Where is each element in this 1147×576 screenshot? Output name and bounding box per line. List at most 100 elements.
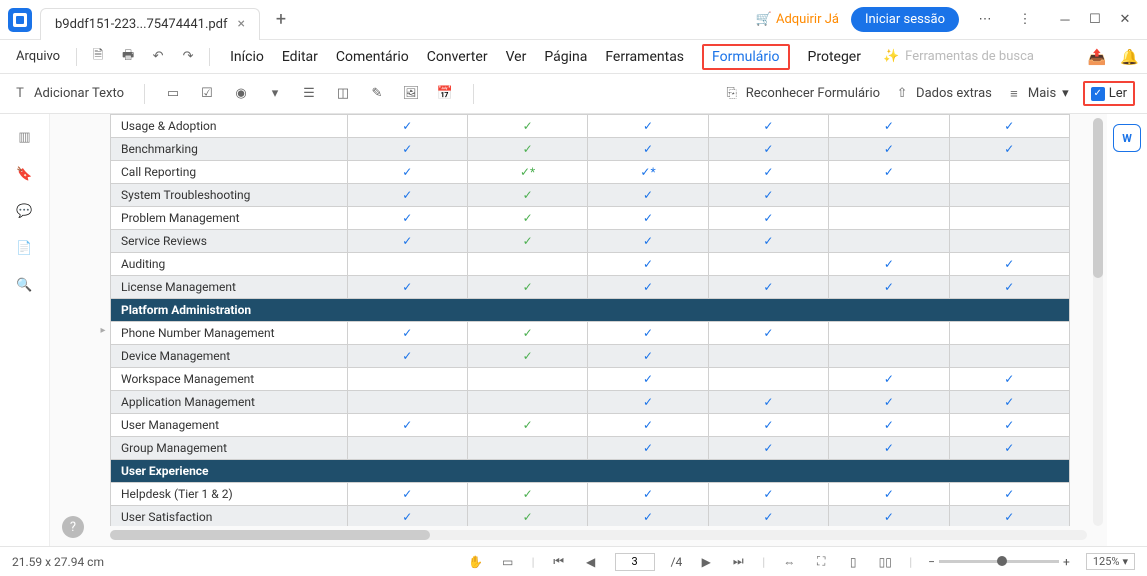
menu-ver[interactable]: Ver (506, 49, 527, 65)
bell-icon[interactable]: 🔔 (1120, 48, 1139, 66)
word-export-badge[interactable]: W (1113, 124, 1141, 152)
zoom-slider[interactable]: − + (928, 555, 1070, 569)
prev-page-icon[interactable]: ◀ (583, 554, 599, 570)
check-cell: ✓ (708, 391, 828, 414)
fit-page-icon[interactable]: ⛶ (813, 554, 829, 570)
menu-proteger[interactable]: Proteger (808, 49, 861, 65)
share-icon[interactable]: 📤 (1088, 48, 1107, 66)
check-cell: ✓ (467, 345, 587, 368)
zoom-out-icon[interactable]: − (928, 555, 935, 569)
row-label: Problem Management (111, 207, 348, 230)
acquire-link[interactable]: 🛒 Adquirir Já (756, 12, 839, 27)
menu-editar[interactable]: Editar (282, 49, 318, 65)
first-page-icon[interactable]: ⏮ (551, 554, 567, 570)
extra-data-button[interactable]: ⇧ Dados extras (894, 86, 992, 102)
vertical-scrollbar[interactable] (1093, 118, 1103, 526)
document-viewport[interactable]: ▸ Usage & Adoption✓✓✓✓✓✓Benchmarking✓✓✓✓… (50, 114, 1107, 546)
menu-converter[interactable]: Converter (427, 49, 488, 65)
wand-icon: ✨ (883, 49, 899, 64)
menu-início[interactable]: Início (230, 49, 264, 65)
tools-search[interactable]: ✨ Ferramentas de busca (883, 49, 1034, 64)
maximize-button[interactable]: ☐ (1081, 6, 1109, 34)
textfield-icon[interactable]: ▭ (165, 86, 181, 102)
next-page-icon[interactable]: ▶ (698, 554, 714, 570)
search-panel-icon[interactable]: 🔍 (16, 278, 32, 293)
check-cell: ✓ (467, 276, 587, 299)
check-cell: ✓ (708, 161, 828, 184)
check-cell: ✓ (949, 414, 1069, 437)
signin-button[interactable]: Iniciar sessão (851, 7, 959, 32)
button-tool-icon[interactable]: ◫ (335, 86, 351, 102)
form-toolbar: T Adicionar Texto ▭ ☑ ◉ ▾ ☰ ◫ ✎ 🖼 📅 ⎘ Re… (0, 74, 1147, 114)
dropdown-tool-icon[interactable]: ▾ (267, 86, 283, 102)
check-cell (347, 437, 467, 460)
menu-comentário[interactable]: Comentário (336, 49, 409, 65)
zoom-dropdown[interactable]: 125% ▾ (1086, 553, 1135, 570)
attachments-icon[interactable]: 📄 (16, 241, 32, 256)
list-tool-icon[interactable]: ☰ (301, 86, 317, 102)
read-checkbox[interactable]: ✓ (1091, 87, 1105, 101)
check-cell (708, 368, 828, 391)
menu-página[interactable]: Página (544, 49, 587, 65)
last-page-icon[interactable]: ⏭ (730, 554, 746, 570)
single-page-icon[interactable]: ▯ (845, 554, 861, 570)
print-icon[interactable]: 🖶 (115, 46, 141, 68)
help-button[interactable]: ? (62, 516, 84, 538)
check-cell (467, 368, 587, 391)
horizontal-scrollbar[interactable] (110, 530, 1087, 540)
minimize-button[interactable]: ─ (1051, 6, 1079, 34)
row-label: Device Management (111, 345, 348, 368)
comments-icon[interactable]: 💬 (16, 204, 32, 219)
two-page-icon[interactable]: ▯▯ (877, 554, 893, 570)
date-tool-icon[interactable]: 📅 (437, 86, 453, 102)
zoom-in-icon[interactable]: + (1063, 555, 1070, 569)
check-cell: ✓ (708, 276, 828, 299)
close-tab-icon[interactable]: × (238, 16, 245, 32)
check-cell: ✓ (588, 391, 708, 414)
expand-leftrail-handle[interactable]: ▸ (98, 310, 108, 350)
row-label: Usage & Adoption (111, 115, 348, 138)
document-tab[interactable]: b9ddf151-223...75474441.pdf × (40, 8, 260, 40)
bookmarks-icon[interactable]: 🔖 (16, 167, 32, 182)
menu-formulário[interactable]: Formulário (702, 44, 789, 70)
row-label: User Satisfaction (111, 506, 348, 527)
check-cell (949, 230, 1069, 253)
zoom-thumb[interactable] (997, 556, 1007, 566)
new-tab-button[interactable]: + (266, 9, 296, 30)
recognize-form-button[interactable]: ⎘ Reconhecer Formulário (724, 86, 880, 102)
app-logo[interactable] (0, 0, 40, 40)
check-cell (949, 184, 1069, 207)
row-label: Service Reviews (111, 230, 348, 253)
check-cell: ✓ (467, 322, 587, 345)
radio-tool-icon[interactable]: ◉ (233, 86, 249, 102)
row-label: Group Management (111, 437, 348, 460)
check-cell (708, 253, 828, 276)
thumbnails-icon[interactable]: ▥ (18, 130, 30, 145)
select-tool-icon[interactable]: ▭ (500, 554, 516, 570)
check-cell (949, 161, 1069, 184)
menu-ferramentas[interactable]: Ferramentas (605, 49, 684, 65)
menu-dots-icon[interactable]: ⋯ (971, 6, 999, 34)
close-window-button[interactable]: ✕ (1111, 6, 1139, 34)
read-toggle[interactable]: ✓ Ler (1083, 81, 1135, 106)
more-button[interactable]: ≡ Mais ▾ (1006, 86, 1069, 102)
fit-width-icon[interactable]: ⇔ (781, 554, 797, 570)
redo-icon[interactable]: ↷ (175, 49, 201, 64)
check-cell: ✓ (588, 184, 708, 207)
chevron-down-icon: ▾ (1062, 86, 1069, 101)
hand-tool-icon[interactable]: ✋ (468, 554, 484, 570)
save-icon[interactable]: 🗎 (85, 46, 111, 68)
checkbox-tool-icon[interactable]: ☑ (199, 86, 215, 102)
page-input[interactable] (615, 553, 655, 571)
undo-icon[interactable]: ↶ (145, 49, 171, 64)
add-text-button[interactable]: T Adicionar Texto (12, 86, 124, 102)
file-menu[interactable]: Arquivo (8, 49, 68, 64)
image-tool-icon[interactable]: 🖼 (403, 86, 419, 102)
row-label: Benchmarking (111, 138, 348, 161)
hscroll-thumb[interactable] (110, 530, 430, 540)
signature-tool-icon[interactable]: ✎ (369, 86, 385, 102)
vscroll-thumb[interactable] (1093, 118, 1103, 278)
kebab-icon[interactable]: ⋮ (1011, 6, 1039, 34)
check-cell: ✓ (949, 437, 1069, 460)
check-cell: ✓ (588, 506, 708, 527)
